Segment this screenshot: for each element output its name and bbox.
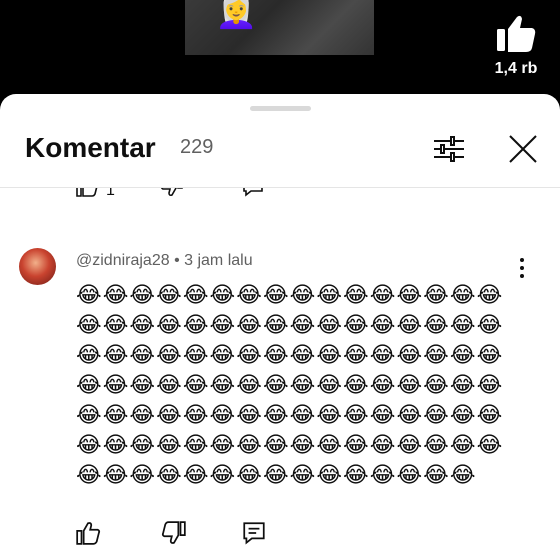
thumbs-up-icon [497,15,536,52]
like-button[interactable] [75,520,103,548]
vertical-dots-icon [520,258,524,278]
thumbs-up-icon [76,188,98,197]
previous-dislike-button[interactable] [160,188,188,202]
sheet-header: Komentar 229 [0,124,560,188]
previous-reply-button[interactable] [241,188,269,202]
previous-like-button[interactable] [75,188,103,202]
comment-text: 😂😂😂😂😂😂😂😂😂😂😂😂😂😂😂😂😂😂😂😂😂😂😂😂😂😂😂😂😂😂😂😂😂😂😂😂😂😂😂😂… [76,282,504,487]
comment-more-button[interactable] [512,256,532,280]
comment-count: 229 [180,136,214,158]
comment-reply-icon [243,522,265,545]
sliders-icon [434,136,464,162]
drag-handle[interactable] [250,106,311,111]
comments-sheet: Komentar 229 1 @zidniraja28 • 3 jam lalu… [0,94,560,560]
thumbs-up-icon [76,522,101,545]
thumbs-down-icon [161,521,186,544]
comment-time: 3 jam lalu [184,252,253,269]
comment-author[interactable]: @zidniraja28 [76,252,170,269]
reply-button[interactable] [241,520,269,548]
comment-reply-icon [243,188,263,197]
person-emoji-icon: 👩‍🦳 [215,0,258,30]
video-player-area[interactable]: 👩‍🦳 1,4 rb [0,0,560,100]
sheet-title: Komentar [25,132,156,163]
previous-like-count: 1 [106,188,115,199]
comment-actions [0,518,560,558]
dislike-button[interactable] [161,520,189,548]
video-like-button[interactable]: 1,4 rb [492,14,540,78]
meta-separator: • [169,252,185,269]
close-icon [509,135,537,163]
close-button[interactable] [506,132,540,166]
comment-meta: @zidniraja28 • 3 jam lalu [76,252,253,270]
previous-comment-actions: 1 [0,188,560,208]
filter-button[interactable] [432,132,466,166]
video-frame: 👩‍🦳 [185,0,374,55]
avatar[interactable] [19,248,56,285]
thumbs-down-icon [161,188,183,197]
video-like-count: 1,4 rb [494,60,538,77]
